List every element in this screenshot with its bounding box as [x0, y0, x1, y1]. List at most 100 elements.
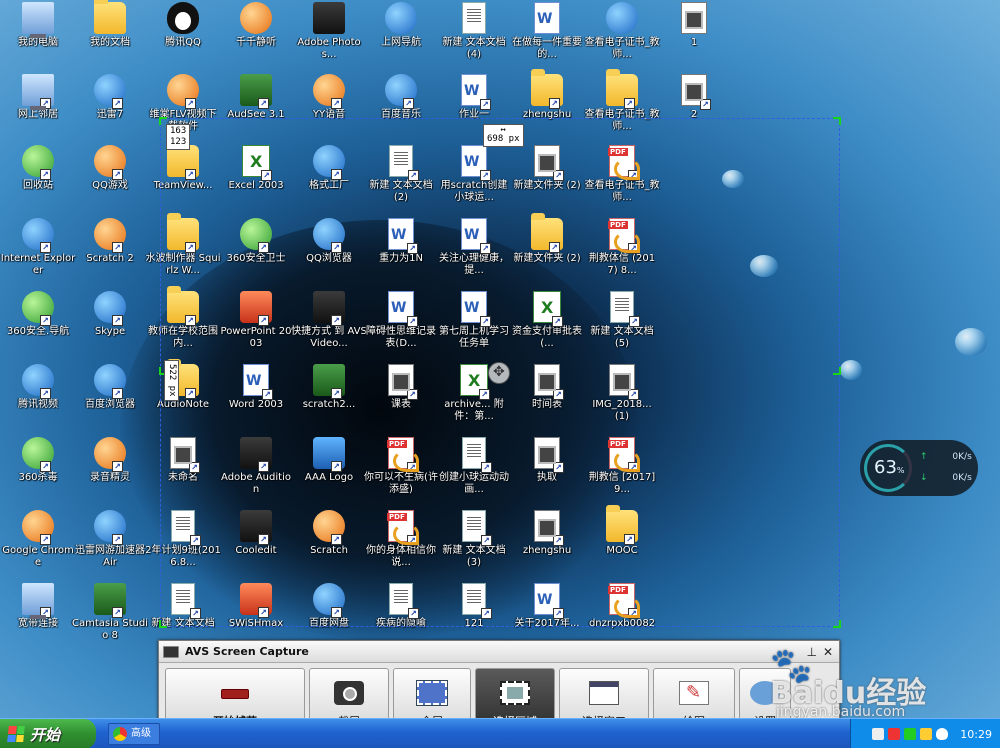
start-button[interactable]: 开始 [0, 719, 96, 748]
shield-icon[interactable] [936, 728, 949, 740]
selection-handle[interactable] [833, 117, 841, 125]
shortcut-arrow-icon: ↗ [185, 98, 196, 109]
round-orange-icon: ↗ [94, 218, 126, 253]
round-blue-icon: ↗ [385, 74, 417, 109]
desktop-icon-label: 千千静听 [236, 37, 276, 48]
desktop-icon-label: Internet Explorer [0, 253, 76, 276]
shortcut-arrow-icon: ↗ [112, 461, 123, 472]
selection-handle[interactable] [833, 367, 841, 375]
word-icon [534, 2, 560, 34]
selection-height-readout: 522 px [164, 360, 179, 401]
round-blue-icon: ↗ [94, 291, 126, 326]
round-blue-icon: ↗ [22, 218, 54, 253]
desktop-icon[interactable]: ↗ 迅雷网游加速器Air [72, 510, 148, 569]
desktop-icon[interactable]: ↗ 360杀毒 [0, 437, 76, 484]
desktop-icon[interactable]: ↗ QQ游戏 [72, 145, 148, 192]
desktop-icon[interactable]: ↗ zhengshu [509, 69, 585, 121]
round-orange-icon: ↗ [22, 510, 54, 545]
close-icon[interactable]: ✕ [823, 645, 833, 659]
desktop-icon[interactable]: ↗ 2 [656, 74, 732, 121]
desktop-icon[interactable]: 上网导航 [363, 2, 439, 49]
desktop-icon-label: 我的电脑 [18, 37, 58, 48]
desktop-icon-label: Skype [94, 326, 126, 337]
desktop-icon[interactable]: ↗ 百度音乐 [363, 74, 439, 121]
tray-app-icon[interactable] [872, 728, 885, 740]
desktop-icon[interactable]: ↗ Internet Explorer [0, 218, 76, 277]
desktop-icon-label: Adobe Photos... [297, 37, 361, 60]
taskbar-item-browser[interactable]: 高级 [108, 723, 160, 745]
desktop-icon[interactable]: ↗ 宽带连接 [0, 583, 76, 630]
desktop-icon[interactable]: 新建 文本文档 (4) [436, 2, 512, 61]
desktop-icon[interactable]: ↗ 腾讯视频 [0, 364, 76, 411]
desktop-icon-label: 录音精灵 [90, 472, 130, 483]
download-speed: ↓ 0K/s [920, 473, 972, 483]
tray-app-icon[interactable] [904, 728, 917, 740]
cam-icon [334, 681, 364, 705]
round-blue-icon [606, 2, 638, 34]
selection-handle[interactable] [833, 620, 841, 628]
desktop-icon[interactable]: Adobe Photos... [291, 2, 367, 61]
computer-icon [22, 2, 54, 38]
desktop-icon[interactable]: ↗ 网上邻居 [0, 74, 76, 121]
water-drop [955, 328, 987, 356]
img-icon [681, 2, 707, 34]
desktop-icon-label: 1 [690, 37, 698, 48]
move-selection-handle[interactable] [488, 362, 510, 384]
avs-window-title: AVS Screen Capture [185, 645, 309, 658]
clock: 10:29 [960, 727, 992, 741]
round-orange-icon: ↗ [313, 74, 345, 109]
desktop-icon[interactable]: ↗ 录音精灵 [72, 437, 148, 484]
round-blue-icon: ↗ [94, 510, 126, 545]
desktop-icon[interactable]: 千千静听 [218, 2, 294, 49]
img-icon: ↗ [681, 74, 711, 110]
computer-icon: ↗ [22, 583, 54, 619]
shortcut-arrow-icon: ↗ [480, 99, 491, 110]
desktop-icon[interactable]: 查看电子证书_教师... [584, 2, 660, 61]
desktop-icon-label: 查看电子证书_教师... [584, 37, 660, 60]
round-orange-icon: ↗ [167, 74, 199, 109]
shortcut-arrow-icon: ↗ [112, 169, 123, 180]
shortcut-arrow-icon: ↗ [700, 99, 711, 110]
round-green-icon: ↗ [22, 291, 54, 326]
taskbar: 开始 高级 10:29 [0, 718, 1000, 748]
desktop-icon[interactable]: ↗ Google Chrome [0, 510, 76, 569]
desktop-icon[interactable]: ↗ AudSee 3.1 [218, 74, 294, 121]
selection-handle[interactable] [159, 620, 167, 628]
round-blue-icon: ↗ [22, 364, 54, 399]
desktop-icon[interactable]: ↗ 回收站 [0, 145, 76, 192]
desktop-icon[interactable]: 1 [656, 2, 732, 49]
desktop-icon-label: Google Chrome [2, 545, 74, 568]
desktop-icon-label: Camtasia Studio 8 [72, 618, 148, 641]
desktop-icon[interactable]: ↗作业一 [436, 74, 512, 121]
cpu-usage: 63% [874, 457, 905, 478]
avs-title-bar[interactable]: AVS Screen Capture ⊥ ✕ [159, 641, 839, 663]
desktop-icon-label: 百度浏览器 [85, 399, 135, 410]
round-green-icon: ↗ [22, 145, 54, 180]
desktop-icon[interactable]: ↗ Scratch 2 [72, 218, 148, 265]
folder-icon [94, 0, 126, 34]
tray-app-icon[interactable] [920, 728, 933, 740]
folder-icon: ↗ [531, 69, 563, 109]
desktop-icon[interactable]: ↗ 迅雷7 [72, 74, 148, 121]
desktop-icon[interactable]: ↗ 360安全.导航 [0, 291, 76, 338]
desktop-icon-label: 360安全.导航 [6, 326, 70, 337]
origin-x: 163 [170, 126, 187, 136]
system-monitor-widget[interactable]: 63% ↑ 0K/s ↓ 0K/s [860, 440, 978, 496]
desktop-icon[interactable]: 腾讯QQ [145, 2, 221, 49]
selection-origin-readout: 163 123 [166, 124, 191, 150]
desktop-icon[interactable]: 我的电脑 [0, 2, 76, 49]
shortcut-arrow-icon: ↗ [112, 388, 123, 399]
desktop-icon[interactable]: ↗ Skype [72, 291, 148, 338]
desktop-icon[interactable]: ↗ Camtasia Studio 8 [72, 583, 148, 642]
desktop-icon[interactable]: ↗ 百度浏览器 [72, 364, 148, 411]
round-orange-icon [240, 2, 272, 34]
tray-app-icon[interactable] [888, 728, 901, 740]
desktop-icon[interactable]: ↗ YY语音 [291, 74, 367, 121]
shortcut-arrow-icon: ↗ [40, 388, 51, 399]
windows-flag-icon [7, 726, 25, 742]
shortcut-arrow-icon: ↗ [112, 534, 123, 545]
shortcut-arrow-icon: ↗ [112, 607, 123, 618]
desktop-icon[interactable]: 我的文档 [72, 0, 148, 49]
desktop-icon-label: 在做每一件重要的... [512, 37, 582, 60]
desktop-icon[interactable]: 在做每一件重要的... [509, 2, 585, 61]
